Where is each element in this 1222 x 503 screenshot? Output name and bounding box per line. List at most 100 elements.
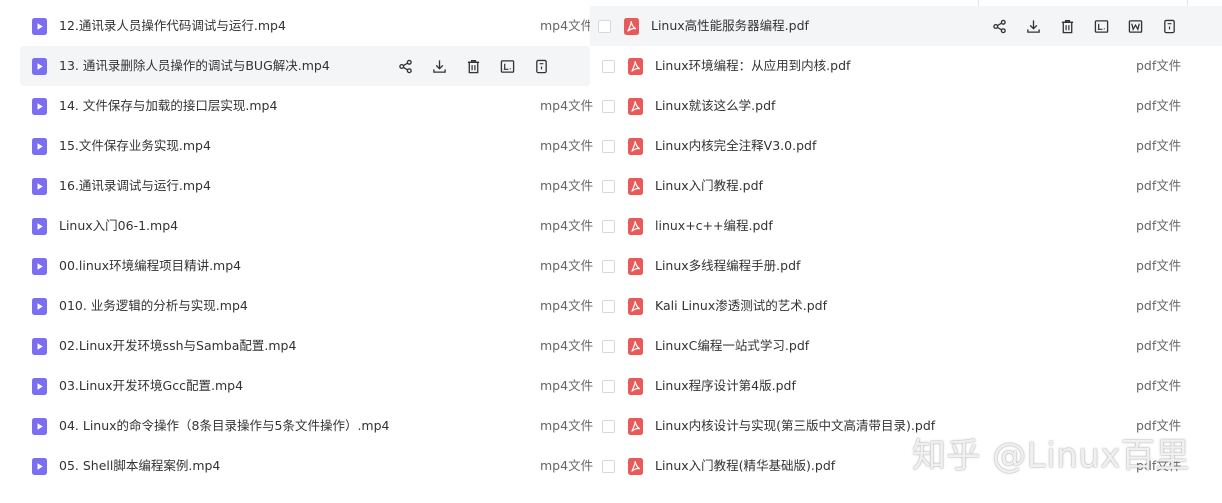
file-row[interactable]: Linux高性能服务器编程.pdf: [590, 6, 1222, 46]
rename-icon[interactable]: [1084, 17, 1118, 35]
file-row[interactable]: Linux入门教程.pdf pdf文件: [594, 166, 1222, 206]
file-row[interactable]: Linux多线程编程手册.pdf pdf文件: [594, 246, 1222, 286]
video-file-icon: [32, 298, 47, 315]
file-row[interactable]: 00.linux环境编程项目精讲.mp4 mp4文件: [0, 246, 600, 286]
row-checkbox[interactable]: [602, 140, 615, 153]
file-row[interactable]: 12.通讯录人员操作代码调试与运行.mp4 mp4文件: [0, 6, 600, 46]
file-row[interactable]: 05. Shell脚本编程案例.mp4 mp4文件: [0, 446, 600, 486]
row-checkbox[interactable]: [602, 420, 615, 433]
file-name[interactable]: Linux就该这么学.pdf: [655, 96, 775, 116]
download-icon[interactable]: [1016, 17, 1050, 35]
pdf-file-icon: [624, 18, 639, 35]
file-name[interactable]: Linux入门06-1.mp4: [59, 216, 178, 236]
file-row[interactable]: Linux就该这么学.pdf pdf文件: [594, 86, 1222, 126]
share-icon[interactable]: [388, 57, 422, 75]
more-info-icon[interactable]: [1152, 17, 1186, 35]
delete-icon[interactable]: [456, 57, 490, 75]
right-file-list: Linux高性能服务器编程.pdf Linux环境编程：从应用到内核.pdf pdf…: [590, 0, 1222, 503]
file-type: mp4文件: [540, 298, 594, 313]
row-checkbox[interactable]: [602, 300, 615, 313]
file-name[interactable]: 12.通讯录人员操作代码调试与运行.mp4: [59, 16, 286, 36]
pdf-file-icon: [628, 98, 643, 115]
file-row[interactable]: Kali Linux渗透测试的艺术.pdf pdf文件: [594, 286, 1222, 326]
file-type: pdf文件: [1136, 258, 1182, 273]
row-checkbox[interactable]: [598, 20, 611, 33]
file-name[interactable]: Linux多线程编程手册.pdf: [655, 256, 800, 276]
pdf-file-icon: [628, 218, 643, 235]
delete-icon[interactable]: [1050, 17, 1084, 35]
pdf-file-icon: [628, 378, 643, 395]
file-name[interactable]: Linux内核设计与实现(第三版中文高清带目录).pdf: [655, 416, 935, 436]
file-name[interactable]: Linux内核完全注释V3.0.pdf: [655, 136, 816, 156]
file-row[interactable]: 03.Linux开发环境Gcc配置.mp4 mp4文件: [0, 366, 600, 406]
file-name[interactable]: Linux高性能服务器编程.pdf: [651, 16, 809, 36]
video-file-icon: [32, 418, 47, 435]
video-file-icon: [32, 378, 47, 395]
more-info-icon[interactable]: [524, 57, 558, 75]
file-name[interactable]: Linux程序设计第4版.pdf: [655, 376, 796, 396]
file-name[interactable]: 04. Linux的命令操作（8条目录操作与5条文件操作）.mp4: [59, 416, 389, 436]
video-file-icon: [32, 338, 47, 355]
file-row[interactable]: 16.通讯录调试与运行.mp4 mp4文件: [0, 166, 600, 206]
file-name[interactable]: Linux入门教程(精华基础版).pdf: [655, 456, 835, 476]
file-row[interactable]: Linux入门教程(精华基础版).pdf pdf文件: [594, 446, 1222, 486]
file-name[interactable]: Linux环境编程：从应用到内核.pdf: [655, 56, 850, 76]
file-row[interactable]: 04. Linux的命令操作（8条目录操作与5条文件操作）.mp4 mp4文件: [0, 406, 600, 446]
file-name[interactable]: linux+c++编程.pdf: [655, 216, 773, 236]
video-file-icon: [32, 18, 47, 35]
rename-icon[interactable]: [490, 57, 524, 75]
file-row[interactable]: Linux内核完全注释V3.0.pdf pdf文件: [594, 126, 1222, 166]
file-row[interactable]: Linux内核设计与实现(第三版中文高清带目录).pdf pdf文件: [594, 406, 1222, 446]
file-name[interactable]: LinuxC编程一站式学习.pdf: [655, 336, 809, 356]
left-file-list: 12.通讯录人员操作代码调试与运行.mp4 mp4文件 13. 通讯录删除人员操作的…: [0, 0, 600, 503]
file-type: pdf文件: [1136, 98, 1182, 113]
file-type: mp4文件: [540, 178, 594, 193]
file-name[interactable]: 00.linux环境编程项目精讲.mp4: [59, 256, 241, 276]
file-name[interactable]: Linux入门教程.pdf: [655, 176, 763, 196]
file-type: pdf文件: [1136, 138, 1182, 153]
file-name[interactable]: Kali Linux渗透测试的艺术.pdf: [655, 296, 827, 316]
file-name[interactable]: 05. Shell脚本编程案例.mp4: [59, 456, 220, 476]
pdf-file-icon: [628, 58, 643, 75]
file-row[interactable]: Linux环境编程：从应用到内核.pdf pdf文件: [594, 46, 1222, 86]
file-row[interactable]: Linux程序设计第4版.pdf pdf文件: [594, 366, 1222, 406]
row-checkbox[interactable]: [602, 100, 615, 113]
row-checkbox[interactable]: [602, 260, 615, 273]
file-type: pdf文件: [1136, 218, 1182, 233]
file-name[interactable]: 010. 业务逻辑的分析与实现.mp4: [59, 296, 248, 316]
row-checkbox[interactable]: [602, 220, 615, 233]
file-row[interactable]: 13. 通讯录删除人员操作的调试与BUG解决.mp4: [20, 46, 590, 86]
file-name[interactable]: 14. 文件保存与加载的接口层实现.mp4: [59, 96, 277, 116]
file-name[interactable]: 16.通讯录调试与运行.mp4: [59, 176, 211, 196]
file-type: mp4文件: [540, 18, 594, 33]
pdf-file-icon: [628, 258, 643, 275]
file-row[interactable]: 010. 业务逻辑的分析与实现.mp4 mp4文件: [0, 286, 600, 326]
row-checkbox[interactable]: [602, 460, 615, 473]
file-name[interactable]: 03.Linux开发环境Gcc配置.mp4: [59, 376, 243, 396]
pdf-file-icon: [628, 138, 643, 155]
file-type: mp4文件: [540, 458, 594, 473]
file-type: mp4文件: [540, 378, 594, 393]
file-row[interactable]: linux+c++编程.pdf pdf文件: [594, 206, 1222, 246]
pdf-file-icon: [628, 338, 643, 355]
file-type: pdf文件: [1136, 298, 1182, 313]
share-icon[interactable]: [982, 17, 1016, 35]
row-checkbox[interactable]: [602, 340, 615, 353]
row-checkbox[interactable]: [602, 180, 615, 193]
file-name[interactable]: 13. 通讯录删除人员操作的调试与BUG解决.mp4: [59, 56, 330, 76]
file-type: mp4文件: [540, 218, 594, 233]
file-type: mp4文件: [540, 338, 594, 353]
row-checkbox[interactable]: [602, 60, 615, 73]
file-row[interactable]: 15.文件保存业务实现.mp4 mp4文件: [0, 126, 600, 166]
file-name[interactable]: 15.文件保存业务实现.mp4: [59, 136, 211, 156]
row-action-bar: [388, 57, 558, 75]
row-checkbox[interactable]: [602, 380, 615, 393]
file-row[interactable]: LinuxC编程一站式学习.pdf pdf文件: [594, 326, 1222, 366]
file-type: mp4文件: [540, 138, 594, 153]
open-with-word-icon[interactable]: [1118, 17, 1152, 35]
file-name[interactable]: 02.Linux开发环境ssh与Samba配置.mp4: [59, 336, 296, 356]
download-icon[interactable]: [422, 57, 456, 75]
file-row[interactable]: 14. 文件保存与加载的接口层实现.mp4 mp4文件: [0, 86, 600, 126]
file-row[interactable]: 02.Linux开发环境ssh与Samba配置.mp4 mp4文件: [0, 326, 600, 366]
file-row[interactable]: Linux入门06-1.mp4 mp4文件: [0, 206, 600, 246]
